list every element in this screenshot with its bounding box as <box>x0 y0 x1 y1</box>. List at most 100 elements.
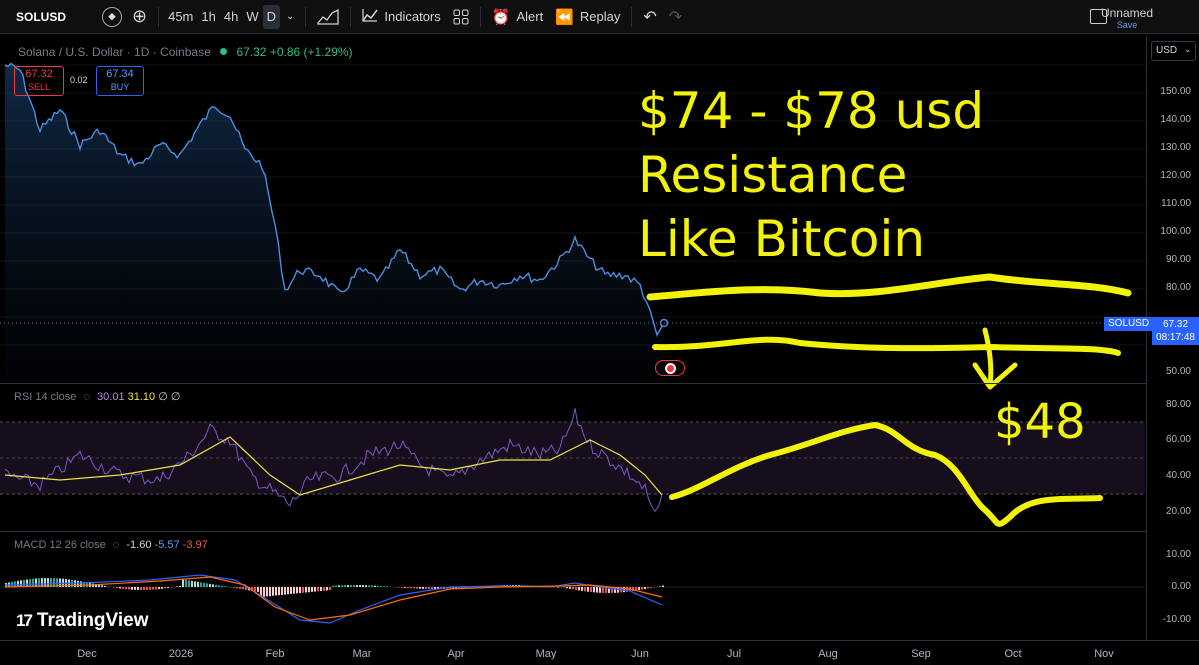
undo-icon[interactable]: ↶ <box>637 5 662 29</box>
price-tick: 90.00 <box>1165 254 1191 265</box>
replay-label: Replay <box>579 9 621 24</box>
macd-histogram-bar <box>290 587 292 594</box>
us-flag-event-icon[interactable] <box>655 360 685 376</box>
macd-histogram-bar <box>659 586 661 587</box>
redo-icon[interactable]: ↷ <box>663 5 688 29</box>
macd-histogram-bar <box>203 582 205 587</box>
time-tick: Feb <box>265 648 285 660</box>
interval-chevron-down-icon[interactable]: ⌄ <box>280 5 300 29</box>
interval-w[interactable]: W <box>242 5 262 29</box>
macd-histogram-bar <box>257 587 259 592</box>
layout-name-button[interactable]: Unnamed Save <box>1101 5 1153 30</box>
indicators-button[interactable]: Indicators <box>356 5 446 29</box>
macd-value: -5.57 <box>154 539 180 551</box>
macd-histogram-bar <box>326 587 328 591</box>
macd-histogram-bar <box>422 587 424 589</box>
currency-select[interactable]: USD ⌄ <box>1151 41 1196 61</box>
macd-histogram-bar <box>26 579 28 587</box>
symbol-diamond-icon[interactable]: ◆ <box>102 6 122 27</box>
rsi-tick: 20.00 <box>1165 506 1191 517</box>
annotation-price-range: $74 - $78 usd <box>638 82 985 140</box>
macd-histogram-bar <box>413 587 415 589</box>
macd-histogram-bar <box>641 587 643 590</box>
macd-histogram-bar <box>218 585 220 587</box>
interval-4h[interactable]: 4h <box>220 5 242 29</box>
macd-histogram-value: -1.60 <box>126 539 152 551</box>
rsi-tick: 40.00 <box>1165 470 1191 481</box>
rsi-legend: RSI 14 close ◌ 30.01 31.10 ∅ ∅ <box>14 390 180 403</box>
macd-histogram-bar <box>191 580 193 587</box>
toolbar-divider <box>479 6 481 27</box>
macd-histogram-bar <box>638 587 640 591</box>
macd-histogram-bar <box>374 585 376 587</box>
resistance-lower-stroke <box>652 336 1121 356</box>
price-tick: 150.00 <box>1160 86 1191 97</box>
macd-histogram-bar <box>212 584 214 587</box>
rsi-ma-value: 31.10 <box>127 391 156 403</box>
macd-histogram-bar <box>308 587 310 593</box>
alert-button[interactable]: ⏰ Alert <box>486 5 549 29</box>
time-tick: Dec <box>77 648 97 660</box>
interval-d[interactable]: D <box>262 4 280 29</box>
macd-histogram-bar <box>17 580 19 587</box>
annotation-target: $48 <box>994 394 1086 450</box>
macd-histogram-bar <box>431 587 433 589</box>
macd-histogram-bar <box>116 587 118 588</box>
chart-type-icon[interactable] <box>311 5 345 29</box>
pane-divider[interactable] <box>0 531 1199 532</box>
macd-histogram-bar <box>278 587 280 596</box>
macd-histogram-bar <box>572 587 574 590</box>
macd-histogram-bar <box>332 585 334 587</box>
macd-histogram-bar <box>269 587 271 597</box>
macd-histogram-bar <box>155 587 157 590</box>
symbol-label: SOLUSD <box>16 9 67 24</box>
macd-histogram-bar <box>386 586 388 587</box>
macd-histogram-bar <box>104 585 106 587</box>
macd-histogram-bar <box>224 586 226 587</box>
interval-1h[interactable]: 1h <box>197 5 219 29</box>
bar-countdown: 08:17:48 <box>1156 332 1195 343</box>
macd-histogram-bar <box>380 586 382 587</box>
interval-45m[interactable]: 45m <box>164 5 197 29</box>
macd-histogram-bar <box>194 581 196 587</box>
macd-histogram-bar <box>134 587 136 590</box>
macd-tick: 0.00 <box>1171 581 1191 592</box>
compare-plus-icon[interactable]: ⊕ <box>126 5 153 29</box>
macd-histogram-bar <box>23 579 25 587</box>
rsi-value: 30.01 <box>97 391 125 403</box>
macd-histogram-bar <box>209 583 211 587</box>
price-tick: 50.00 <box>1165 366 1191 377</box>
time-axis[interactable]: Dec 2026 Feb Mar Apr May Jun Jul Aug Sep… <box>0 640 1199 665</box>
macd-histogram-bar <box>143 587 145 590</box>
templates-grid-icon[interactable] <box>447 5 475 29</box>
macd-histogram-bar <box>323 587 325 591</box>
rsi-tick: 80.00 <box>1165 399 1191 410</box>
pane-divider[interactable] <box>0 383 1199 384</box>
macd-histogram-bar <box>314 587 316 592</box>
replay-button[interactable]: ⏪ Replay <box>549 5 626 29</box>
macd-histogram-bar <box>371 585 373 587</box>
top-toolbar: SOLUSD ◆ ⊕ 45m 1h 4h W D ⌄ Indicators ⏰ … <box>0 0 1199 34</box>
buy-button[interactable]: 67.34 BUY <box>96 66 144 96</box>
alarm-clock-icon: ⏰ <box>491 8 511 26</box>
symbol-title: Solana / U.S. Dollar · 1D · Coinbase <box>18 45 211 59</box>
macd-loading-icon: ◌ <box>112 539 120 551</box>
macd-histogram-bar <box>557 587 559 588</box>
macd-histogram-bar <box>563 587 565 588</box>
macd-histogram-bar <box>197 581 199 587</box>
macd-histogram-bar <box>305 587 307 593</box>
macd-histogram-bar <box>599 587 601 593</box>
macd-histogram-bar <box>569 587 571 589</box>
macd-histogram-bar <box>359 585 361 587</box>
macd-histogram-bar <box>344 585 346 587</box>
macd-histogram-bar <box>401 587 403 588</box>
replay-rewind-icon: ⏪ <box>555 8 574 26</box>
macd-histogram-bar <box>566 587 568 589</box>
macd-histogram-bar <box>356 585 358 587</box>
current-symbol-label: SOLUSD <box>1104 317 1154 331</box>
macd-histogram-bar <box>320 587 322 591</box>
macd-histogram-bar <box>302 587 304 593</box>
symbol-search[interactable]: SOLUSD ◆ <box>6 5 126 29</box>
sell-button[interactable]: 67.32 SELL <box>14 66 64 96</box>
spread-value: 0.02 <box>70 75 88 85</box>
